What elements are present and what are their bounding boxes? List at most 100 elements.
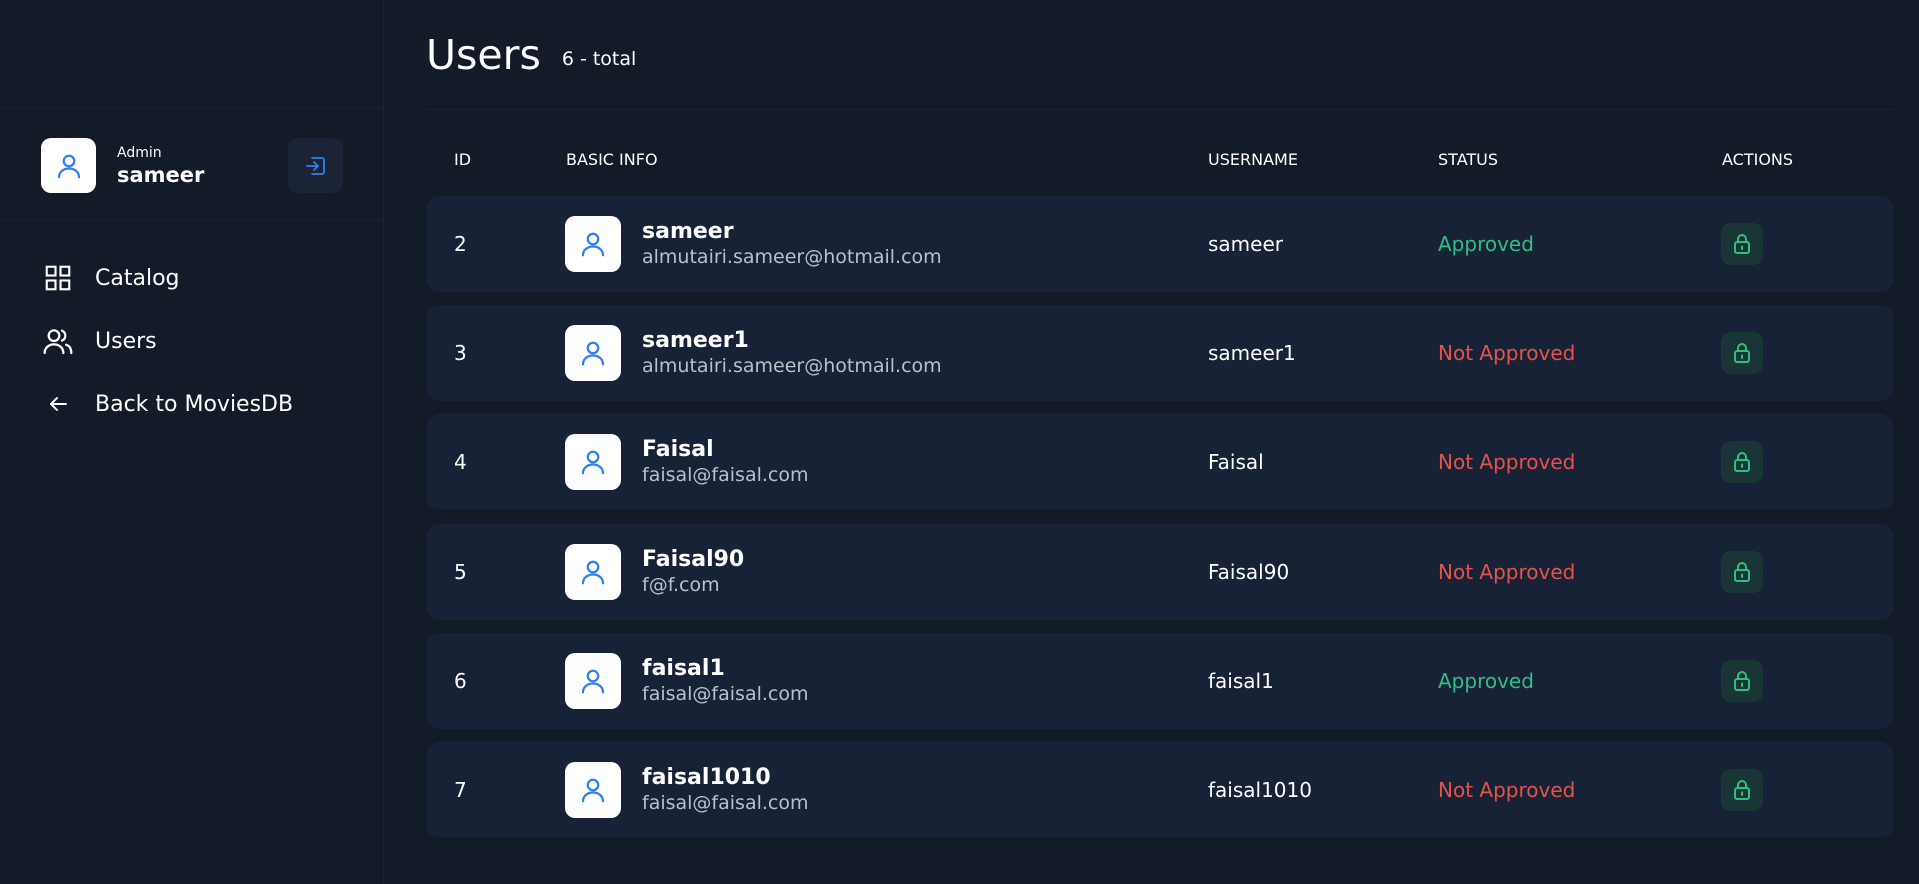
admin-profile: Admin sameer [41,138,204,193]
user-username: faisal1010 [1208,778,1312,802]
lock-user-button[interactable] [1721,332,1763,374]
table-row[interactable]: 6 faisal1 faisal@faisal.com faisal1 Approved [426,633,1894,729]
user-id: 7 [454,778,467,802]
user-icon [581,560,605,585]
arrow-left-icon [42,388,74,420]
user-icon [581,778,605,803]
page-header: Users 6 - total [426,0,1894,110]
user-id: 4 [454,450,467,474]
actions-cell [1721,633,1763,729]
sidebar-top-area [0,0,383,109]
table-row[interactable]: 3 sameer1 almutairi.sameer@hotmail.com same… [426,305,1894,401]
sidebar: Admin sameer Catalog Users Back to Movie… [0,0,384,884]
lock-user-button[interactable] [1721,223,1763,265]
basic-info-cell: Faisal90 f@f.com [565,524,744,620]
column-header-username[interactable]: USERNAME [1208,150,1298,169]
user-display-name: sameer1 [642,328,749,353]
basic-info-cell: faisal1 faisal@faisal.com [565,633,808,729]
basic-info-cell: faisal1010 faisal@faisal.com [565,742,808,838]
status-badge: Not Approved [1438,341,1576,365]
users-icon [42,325,74,357]
actions-cell [1721,742,1763,838]
sidebar-divider [0,219,384,220]
actions-cell [1721,524,1763,620]
column-header-basic-info[interactable]: BASIC INFO [566,150,658,169]
table-row[interactable]: 7 faisal1010 faisal@faisal.com faisal1010 No… [426,742,1894,838]
basic-info-cell: Faisal faisal@faisal.com [565,414,808,510]
logout-icon [305,156,325,175]
table-row[interactable]: 2 sameer almutairi.sameer@hotmail.com samee… [426,196,1894,292]
main-content: Users 6 - total ID BASIC INFO USERNAME S… [426,0,1894,838]
table-row[interactable]: 5 Faisal90 f@f.com Faisal90 Not Approved [426,524,1894,620]
status-badge: Not Approved [1438,560,1576,584]
user-names: Faisal faisal@faisal.com [642,437,808,487]
basic-info-cell: sameer almutairi.sameer@hotmail.com [565,196,942,292]
avatar [565,216,621,272]
user-id: 2 [454,232,467,256]
page-title: Users [426,31,541,79]
user-display-name: Faisal [642,437,714,462]
user-display-name: faisal1010 [642,765,771,790]
profile-role: Admin [117,144,162,161]
avatar [41,138,96,193]
user-display-name: faisal1 [642,656,725,681]
lock-user-button[interactable] [1721,441,1763,483]
actions-cell [1721,196,1763,292]
user-email: f@f.com [642,574,720,596]
lock-user-button[interactable] [1721,660,1763,702]
user-username: Faisal90 [1208,560,1290,584]
sidebar-item-users[interactable]: Users [42,325,293,357]
table-row[interactable]: 4 Faisal faisal@faisal.com Faisal Not Approv… [426,414,1894,510]
grid-icon [42,262,74,294]
user-id: 6 [454,669,467,693]
column-header-id[interactable]: ID [454,150,471,169]
user-names: faisal1 faisal@faisal.com [642,656,808,706]
user-email: faisal@faisal.com [642,792,809,814]
lock-icon [1734,343,1750,363]
user-display-name: Faisal90 [642,547,745,572]
user-email: almutairi.sameer@hotmail.com [642,355,942,377]
sidebar-item-back-to-moviesdb[interactable]: Back to MoviesDB [42,388,293,420]
lock-icon [1734,780,1750,800]
user-id: 3 [454,341,467,365]
user-icon [581,232,605,257]
avatar [565,325,621,381]
sidebar-item-label: Back to MoviesDB [95,391,294,417]
column-header-status[interactable]: STATUS [1438,150,1498,169]
total-count: 6 - total [561,48,637,70]
avatar [565,434,621,490]
sidebar-item-label: Catalog [95,265,180,291]
profile-text: Admin sameer [117,144,204,188]
user-display-name: sameer [642,219,734,244]
logout-button[interactable] [288,138,343,193]
status-badge: Not Approved [1438,778,1576,802]
status-badge: Not Approved [1438,450,1576,474]
user-username: faisal1 [1208,669,1274,693]
profile-name: sameer [117,162,205,187]
actions-cell [1721,305,1763,401]
lock-user-button[interactable] [1721,551,1763,593]
lock-icon [1734,671,1750,691]
lock-icon [1734,452,1750,472]
user-username: sameer1 [1208,341,1296,365]
user-names: Faisal90 f@f.com [642,547,744,597]
user-icon [581,450,605,475]
basic-info-cell: sameer1 almutairi.sameer@hotmail.com [565,305,942,401]
user-names: sameer almutairi.sameer@hotmail.com [642,219,942,269]
column-header-actions: ACTIONS [1722,150,1794,169]
user-username: Faisal [1208,450,1264,474]
user-names: sameer1 almutairi.sameer@hotmail.com [642,328,942,378]
actions-cell [1721,414,1763,510]
avatar [565,762,621,818]
sidebar-item-catalog[interactable]: Catalog [42,262,293,294]
user-email: faisal@faisal.com [642,464,809,486]
avatar [565,544,621,600]
user-id: 5 [454,560,467,584]
sidebar-item-label: Users [95,328,157,354]
lock-user-button[interactable] [1721,769,1763,811]
sidebar-nav: Catalog Users Back to MoviesDB [42,262,293,451]
status-badge: Approved [1438,669,1534,693]
user-username: sameer [1208,232,1283,256]
user-icon [57,154,80,178]
user-icon [581,669,605,694]
